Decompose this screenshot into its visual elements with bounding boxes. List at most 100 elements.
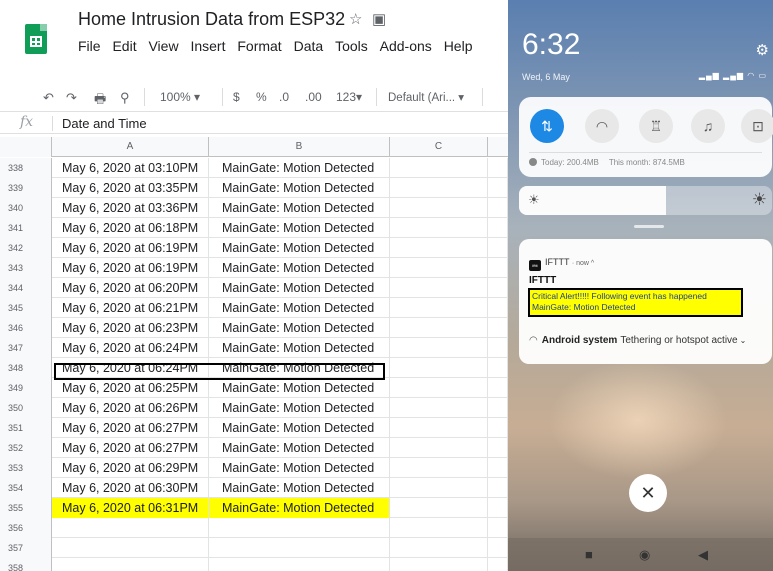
cell-event[interactable]: MainGate: Motion Detected <box>209 278 390 298</box>
cell-event[interactable]: MainGate: Motion Detected <box>209 438 390 458</box>
cell-event[interactable]: MainGate: Motion Detected <box>209 458 390 478</box>
cell-empty[interactable] <box>390 458 488 478</box>
recents-button-icon[interactable]: ■ <box>585 547 593 562</box>
row-number[interactable]: 356 <box>0 518 52 538</box>
menu-help[interactable]: Help <box>444 38 473 54</box>
cell-empty[interactable] <box>390 558 488 571</box>
cell-date[interactable]: May 6, 2020 at 06:30PM <box>52 478 209 498</box>
cell-empty[interactable] <box>488 538 508 558</box>
cell-date[interactable]: May 6, 2020 at 03:36PM <box>52 198 209 218</box>
cell-event[interactable]: MainGate: Motion Detected <box>209 178 390 198</box>
cell-event[interactable]: MainGate: Motion Detected <box>209 238 390 258</box>
cell-empty[interactable] <box>390 518 488 538</box>
cell-date[interactable]: May 6, 2020 at 06:27PM <box>52 438 209 458</box>
cell-empty[interactable] <box>390 258 488 278</box>
sheets-logo-icon[interactable] <box>25 24 47 54</box>
row-number[interactable]: 352 <box>0 438 52 458</box>
row-number[interactable]: 339 <box>0 178 52 198</box>
row-number[interactable]: 347 <box>0 338 52 358</box>
menu-file[interactable]: File <box>78 38 101 54</box>
cell-empty[interactable] <box>488 218 508 238</box>
formula-input[interactable]: Date and Time <box>62 116 147 131</box>
menu-addons[interactable]: Add-ons <box>380 38 432 54</box>
cell-date[interactable]: May 6, 2020 at 06:19PM <box>52 258 209 278</box>
select-all-corner[interactable] <box>0 137 52 157</box>
cell-event[interactable]: MainGate: Motion Detected <box>209 338 390 358</box>
row-number[interactable]: 358 <box>0 558 52 571</box>
cell-event[interactable]: MainGate: Motion Detected <box>209 358 390 378</box>
zoom-select[interactable]: 100% ▾ <box>160 90 200 104</box>
cell-event[interactable] <box>209 518 390 538</box>
decrease-decimal-button[interactable]: .0 <box>279 90 289 104</box>
cell-empty[interactable] <box>488 158 508 178</box>
cell-empty[interactable] <box>390 418 488 438</box>
clear-all-button[interactable]: ✕ <box>629 474 667 512</box>
cell-date[interactable]: May 6, 2020 at 06:29PM <box>52 458 209 478</box>
undo-icon[interactable]: ↶ <box>43 90 54 106</box>
redo-icon[interactable]: ↷ <box>66 90 77 106</box>
cell-empty[interactable] <box>390 358 488 378</box>
cell-event[interactable] <box>209 558 390 571</box>
row-number[interactable]: 350 <box>0 398 52 418</box>
cell-date[interactable]: May 6, 2020 at 06:20PM <box>52 278 209 298</box>
cell-empty[interactable] <box>488 258 508 278</box>
cell-empty[interactable] <box>488 438 508 458</box>
row-number[interactable]: 357 <box>0 538 52 558</box>
brightness-slider[interactable]: ☀ ☀ <box>519 186 772 215</box>
notification-meta[interactable]: · now ^ <box>572 260 594 267</box>
star-icon[interactable]: ☆ <box>349 10 362 28</box>
row-number[interactable]: 349 <box>0 378 52 398</box>
screenshot-tile-icon[interactable]: ⊡ <box>741 109 773 143</box>
cell-empty[interactable] <box>390 158 488 178</box>
move-to-folder-icon[interactable]: ▣ <box>372 10 386 28</box>
mobile-data-tile-icon[interactable]: ⇅ <box>530 109 564 143</box>
cell-event[interactable]: MainGate: Motion Detected <box>209 418 390 438</box>
column-header-c[interactable]: C <box>390 137 488 157</box>
cell-event[interactable]: MainGate: Motion Detected <box>209 158 390 178</box>
notification-card[interactable]: ifttt IFTTT · now ^ IFTTT Critical Alert!… <box>519 239 772 364</box>
cell-event[interactable]: MainGate: Motion Detected <box>209 258 390 278</box>
cell-empty[interactable] <box>488 418 508 438</box>
cell-empty[interactable] <box>390 198 488 218</box>
cell-event[interactable]: MainGate: Motion Detected <box>209 318 390 338</box>
cell-date[interactable] <box>52 538 209 558</box>
cell-empty[interactable] <box>390 218 488 238</box>
cell-empty[interactable] <box>390 238 488 258</box>
row-number[interactable]: 343 <box>0 258 52 278</box>
wifi-tile-icon[interactable]: ◠ <box>585 109 619 143</box>
cell-empty[interactable] <box>488 178 508 198</box>
cell-empty[interactable] <box>488 278 508 298</box>
cell-empty[interactable] <box>390 378 488 398</box>
cell-empty[interactable] <box>488 478 508 498</box>
home-button-icon[interactable]: ◉ <box>639 547 650 563</box>
menu-format[interactable]: Format <box>237 38 281 54</box>
row-number[interactable]: 345 <box>0 298 52 318</box>
notifications-tile-icon[interactable]: ♫ <box>691 109 725 143</box>
cell-event[interactable]: MainGate: Motion Detected <box>209 298 390 318</box>
cell-empty[interactable] <box>488 238 508 258</box>
cell-empty[interactable] <box>488 518 508 538</box>
row-number[interactable]: 353 <box>0 458 52 478</box>
cell-date[interactable]: May 6, 2020 at 06:31PM <box>52 498 209 518</box>
cell-date[interactable]: May 6, 2020 at 06:24PM <box>52 338 209 358</box>
cell-empty[interactable] <box>390 398 488 418</box>
cell-empty[interactable] <box>390 318 488 338</box>
cell-date[interactable]: May 6, 2020 at 06:23PM <box>52 318 209 338</box>
cell-date[interactable]: May 6, 2020 at 03:35PM <box>52 178 209 198</box>
cell-empty[interactable] <box>488 398 508 418</box>
cell-empty[interactable] <box>390 278 488 298</box>
android-system-notification[interactable]: ◠ Android system Tethering or hotspot acti… <box>529 335 746 346</box>
cell-date[interactable]: May 6, 2020 at 06:26PM <box>52 398 209 418</box>
column-header-b[interactable]: B <box>209 137 390 157</box>
cell-event[interactable]: MainGate: Motion Detected <box>209 198 390 218</box>
cell-empty[interactable] <box>488 558 508 571</box>
cell-empty[interactable] <box>390 538 488 558</box>
cell-event[interactable]: MainGate: Motion Detected <box>209 218 390 238</box>
cell-date[interactable]: May 6, 2020 at 06:24PM <box>52 358 209 378</box>
cell-empty[interactable] <box>390 498 488 518</box>
menu-data[interactable]: Data <box>294 38 324 54</box>
row-number[interactable]: 341 <box>0 218 52 238</box>
currency-format-button[interactable]: $ <box>233 90 240 104</box>
cell-empty[interactable] <box>390 298 488 318</box>
menu-edit[interactable]: Edit <box>112 38 136 54</box>
